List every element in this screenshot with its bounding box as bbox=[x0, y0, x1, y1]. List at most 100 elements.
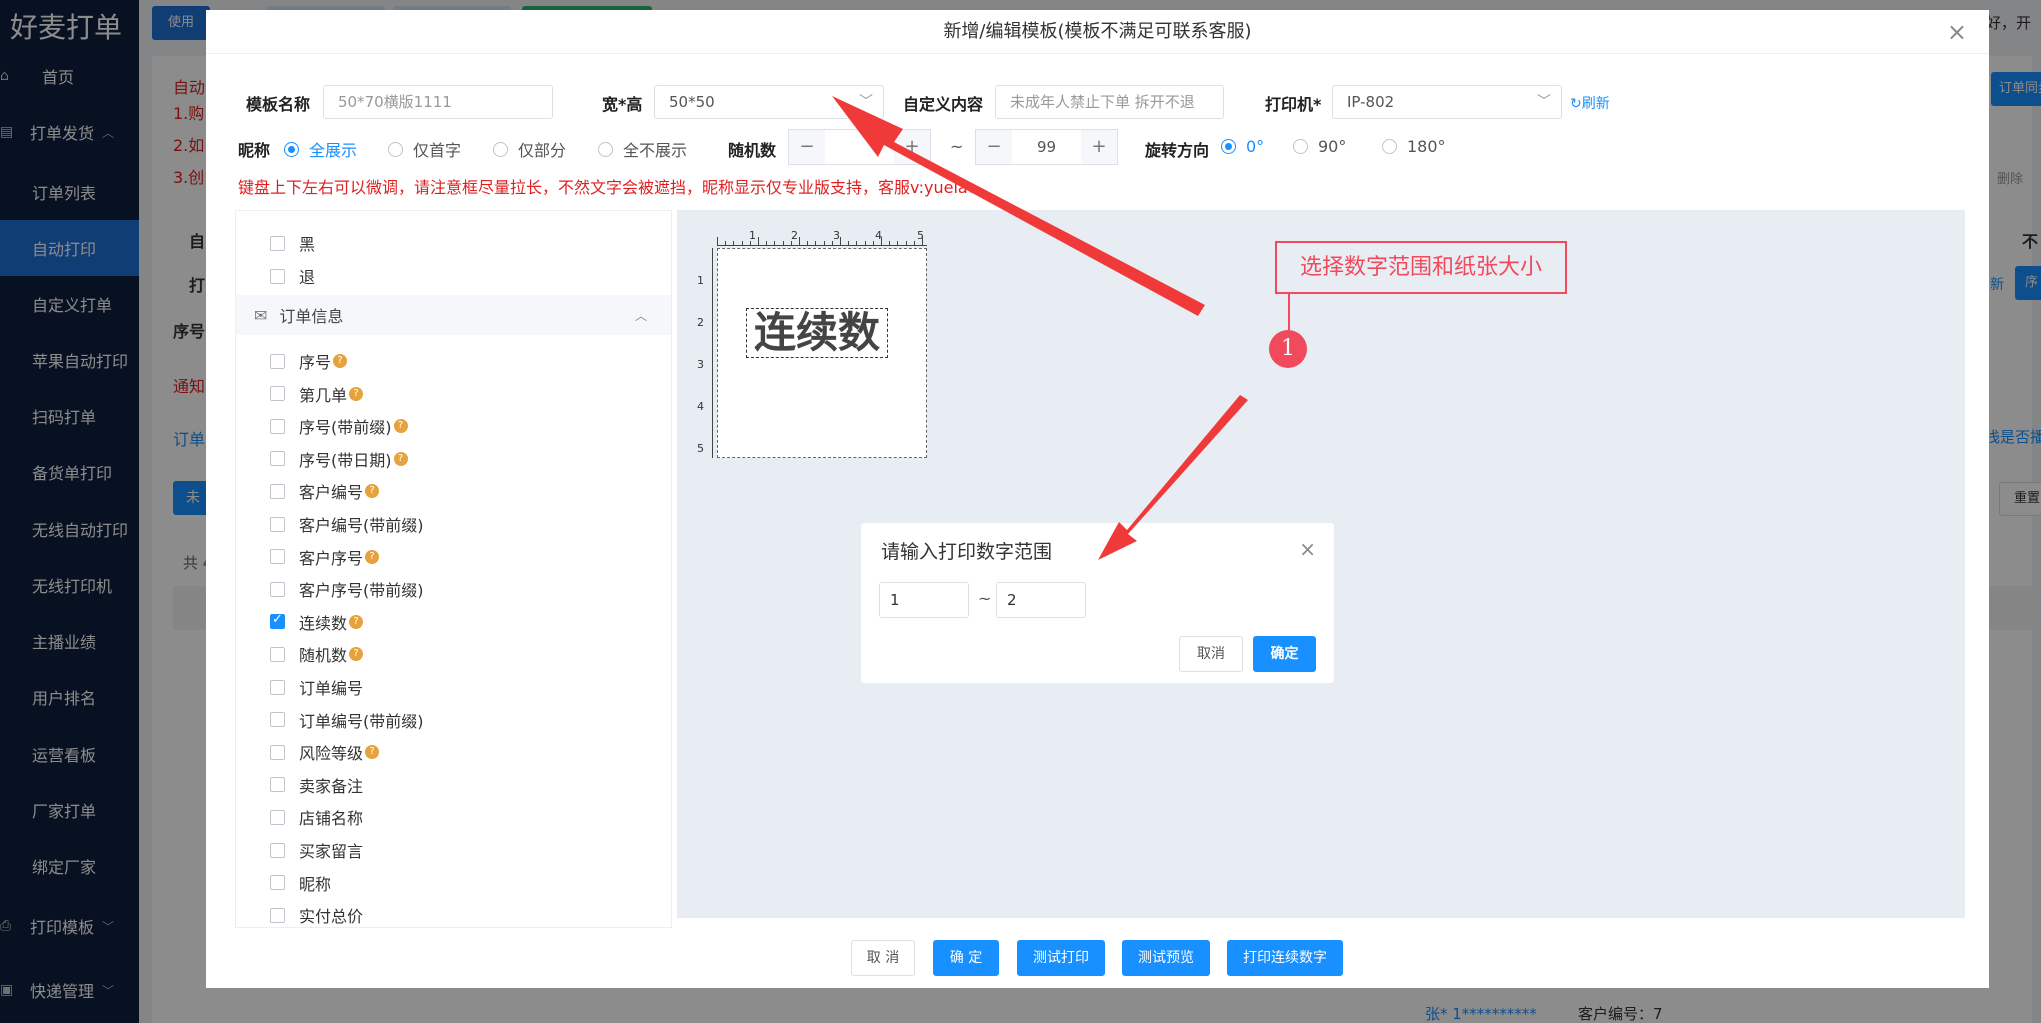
field-list-panel: 黑退 ✉ 订单信息 ︿ 序号? 第几单? 序号(带前缀)? 序号(带日期)? 客户编号?… bbox=[235, 210, 672, 928]
field-label: 序号(带日期) bbox=[299, 450, 392, 470]
radio-dot[interactable] bbox=[493, 141, 508, 157]
print-continuous-button[interactable]: 打印连续数字 bbox=[1227, 940, 1343, 976]
test-preview-button[interactable]: 测试预览 bbox=[1122, 940, 1210, 976]
field-item[interactable]: 风险等级? bbox=[270, 740, 380, 764]
field-item[interactable]: 卖家备注 bbox=[270, 773, 363, 797]
field-item[interactable]: 序号(带日期)? bbox=[270, 447, 408, 471]
help-icon[interactable]: ? bbox=[393, 419, 408, 434]
random-max-stepper[interactable]: −99 + bbox=[975, 129, 1118, 165]
random-min-value[interactable] bbox=[825, 130, 894, 164]
custom-content-input[interactable]: 未成年人禁止下单 拆开不退 bbox=[995, 85, 1224, 119]
range-tilde: ~ bbox=[978, 589, 992, 608]
field-checkbox[interactable] bbox=[270, 646, 285, 662]
field-item[interactable]: 订单编号 bbox=[270, 675, 363, 699]
field-item[interactable]: 客户序号(带前缀) bbox=[270, 577, 424, 601]
field-label: 订单编号(带前缀) bbox=[299, 711, 424, 731]
plus-icon[interactable]: + bbox=[1081, 130, 1117, 164]
field-checkbox[interactable] bbox=[270, 386, 285, 402]
ruler-mark bbox=[774, 241, 776, 245]
field-checkbox[interactable] bbox=[270, 777, 285, 793]
field-checkbox[interactable] bbox=[270, 679, 285, 695]
field-item[interactable]: 客户序号? bbox=[270, 545, 380, 569]
field-item[interactable]: 订单编号(带前缀) bbox=[270, 708, 424, 732]
size-select[interactable]: 50*50 ﹀ bbox=[654, 85, 884, 119]
help-icon[interactable]: ? bbox=[393, 451, 408, 466]
radio-dot[interactable] bbox=[598, 141, 613, 157]
radio-dot[interactable] bbox=[1382, 139, 1397, 154]
help-icon[interactable]: ? bbox=[333, 354, 348, 368]
radio-label: 仅部分 bbox=[518, 141, 567, 160]
help-icon[interactable]: ? bbox=[349, 647, 364, 662]
field-checkbox[interactable] bbox=[270, 744, 285, 760]
nickname-option-1[interactable]: 仅首字 bbox=[388, 137, 461, 161]
field-item[interactable]: 第几单? bbox=[270, 382, 364, 406]
cancel-button[interactable]: 取 消 bbox=[851, 940, 915, 976]
nickname-option-3[interactable]: 全不展示 bbox=[598, 137, 687, 161]
field-item[interactable]: 昵称 bbox=[270, 871, 331, 895]
radio-dot[interactable] bbox=[388, 141, 403, 157]
field-item[interactable]: 店铺名称 bbox=[270, 805, 363, 829]
field-item[interactable]: 序号? bbox=[270, 349, 348, 373]
ruler-mark bbox=[782, 241, 784, 245]
random-min-stepper[interactable]: − + bbox=[788, 129, 931, 165]
radio-dot[interactable] bbox=[1293, 139, 1308, 154]
field-item[interactable]: 实付总价 bbox=[270, 903, 363, 927]
field-checkbox[interactable] bbox=[270, 418, 285, 434]
minus-icon[interactable]: − bbox=[976, 130, 1012, 164]
radio-label: 90° bbox=[1318, 137, 1347, 156]
ruler-left-tick: 2 bbox=[697, 316, 704, 329]
field-item[interactable]: 随机数? bbox=[270, 642, 364, 666]
field-item[interactable]: 客户编号? bbox=[270, 479, 380, 503]
field-item[interactable]: 黑 bbox=[270, 231, 315, 255]
radio-dot[interactable] bbox=[284, 141, 299, 157]
close-icon[interactable]: × bbox=[1947, 18, 1967, 46]
field-checkbox[interactable] bbox=[270, 268, 285, 284]
radio-dot[interactable] bbox=[1221, 139, 1236, 154]
help-icon[interactable]: ? bbox=[365, 484, 380, 499]
help-icon[interactable]: ? bbox=[349, 614, 364, 629]
minus-icon[interactable]: − bbox=[789, 130, 825, 164]
confirm-button[interactable]: 确 定 bbox=[933, 940, 999, 976]
random-max-value[interactable]: 99 bbox=[1012, 130, 1081, 164]
field-checkbox[interactable] bbox=[270, 549, 285, 565]
order-info-group-header[interactable]: ✉ 订单信息 ︿ bbox=[236, 295, 671, 335]
range-cancel-button[interactable]: 取消 bbox=[1179, 636, 1243, 672]
size-label: 宽*高 bbox=[602, 95, 643, 114]
field-checkbox[interactable] bbox=[270, 875, 285, 891]
test-print-button[interactable]: 测试打印 bbox=[1017, 940, 1105, 976]
field-checkbox[interactable] bbox=[270, 581, 285, 597]
template-name-input[interactable]: 50*70横版1111 bbox=[323, 85, 553, 119]
range-from-input[interactable]: 1 bbox=[879, 582, 969, 618]
field-checkbox[interactable] bbox=[270, 842, 285, 858]
close-icon[interactable]: × bbox=[1299, 537, 1316, 561]
plus-icon[interactable]: + bbox=[894, 130, 930, 164]
field-checkbox[interactable] bbox=[270, 907, 285, 923]
field-item[interactable]: 买家留言 bbox=[270, 838, 363, 862]
rotate-option-0[interactable]: 0° bbox=[1221, 137, 1264, 156]
nickname-option-2[interactable]: 仅部分 bbox=[493, 137, 566, 161]
field-item[interactable]: 客户编号(带前缀) bbox=[270, 512, 424, 536]
field-checkbox[interactable] bbox=[270, 483, 285, 499]
field-checkbox[interactable] bbox=[270, 612, 285, 630]
field-checkbox[interactable] bbox=[270, 809, 285, 825]
field-checkbox[interactable] bbox=[270, 451, 285, 467]
continuous-number-element[interactable]: 连续数 bbox=[746, 308, 888, 358]
rotate-option-1[interactable]: 90° bbox=[1293, 137, 1346, 156]
help-icon[interactable]: ? bbox=[365, 549, 380, 564]
field-checkbox[interactable] bbox=[270, 516, 285, 532]
field-item[interactable]: 序号(带前缀)? bbox=[270, 414, 408, 438]
field-checkbox[interactable] bbox=[270, 712, 285, 728]
refresh-link[interactable]: ↻刷新 bbox=[1570, 93, 1610, 113]
field-checkbox[interactable] bbox=[270, 235, 285, 251]
printer-select[interactable]: IP-802 ﹀ bbox=[1332, 85, 1562, 119]
field-item[interactable]: 退 bbox=[270, 264, 315, 288]
help-icon[interactable]: ? bbox=[349, 386, 364, 401]
nickname-option-0[interactable]: 全展示 bbox=[284, 137, 357, 161]
field-item[interactable]: 连续数? bbox=[270, 610, 364, 634]
field-checkbox[interactable] bbox=[270, 353, 285, 369]
rotate-option-2[interactable]: 180° bbox=[1382, 137, 1446, 156]
ruler-left-tick: 5 bbox=[697, 442, 704, 455]
help-icon[interactable]: ? bbox=[365, 745, 380, 760]
range-confirm-button[interactable]: 确定 bbox=[1253, 636, 1316, 672]
range-to-input[interactable]: 2 bbox=[996, 582, 1086, 618]
